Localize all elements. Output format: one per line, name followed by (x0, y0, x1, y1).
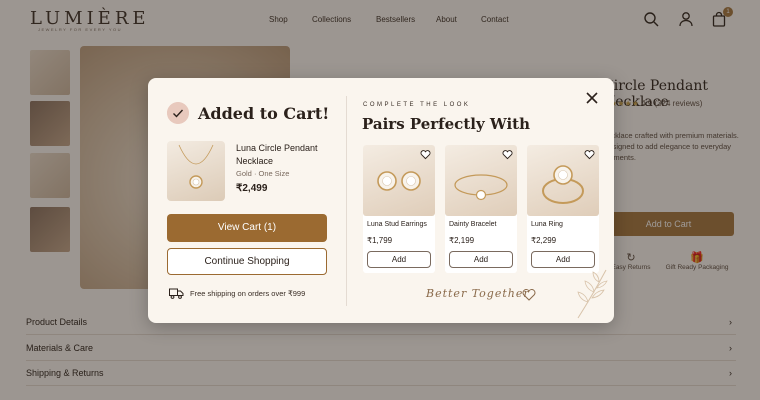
section-eyebrow: COMPLETE THE LOOK (363, 102, 471, 108)
cart-item-variant: Gold · One Size (236, 169, 289, 178)
heart-icon[interactable] (584, 149, 595, 160)
close-icon[interactable] (585, 91, 599, 105)
continue-shopping-button[interactable]: Continue Shopping (167, 248, 327, 275)
product-name: Dainty Bracelet (449, 221, 497, 228)
product-price: ₹1,799 (367, 236, 393, 245)
heart-outline-icon (522, 289, 536, 301)
modal-title: Added to Cart! (198, 104, 330, 123)
add-ring-button[interactable]: Add (531, 251, 595, 268)
add-bracelet-button[interactable]: Add (449, 251, 513, 268)
leaf-decoration-icon (577, 269, 608, 319)
added-to-cart-modal: Added to Cart! Luna Circle Pendant Neckl… (148, 78, 614, 323)
product-name: Luna Stud Earrings (367, 221, 427, 228)
variant-label: Gold (236, 169, 252, 178)
product-price: ₹2,299 (531, 236, 557, 245)
view-cart-button[interactable]: View Cart (1) (167, 214, 327, 242)
cart-item-image (167, 141, 225, 201)
size-label: One Size (258, 169, 290, 178)
heart-icon[interactable] (420, 149, 431, 160)
pendant-necklace-image (178, 144, 214, 189)
cart-item-name: Luna Circle Pendant Necklace (236, 143, 318, 166)
add-earrings-button[interactable]: Add (367, 251, 431, 268)
recommendation-card[interactable]: Dainty Bracelet ₹2,199 Add (445, 145, 517, 273)
shipping-note: Free shipping on orders over ₹999 (190, 289, 306, 298)
recommendation-card[interactable]: Luna Ring ₹2,299 Add (527, 145, 599, 273)
check-icon (167, 102, 189, 124)
truck-icon (169, 288, 184, 299)
recommendations-heading: Pairs Perfectly With (362, 115, 530, 133)
heart-icon[interactable] (502, 149, 513, 160)
product-price: ₹2,199 (449, 236, 475, 245)
footer-script-text: Better Together (426, 287, 530, 300)
modal-divider (346, 96, 347, 306)
product-name: Luna Ring (531, 221, 563, 228)
cart-item-price: ₹2,499 (236, 183, 268, 194)
recommendation-card[interactable]: Luna Stud Earrings ₹1,799 Add (363, 145, 435, 273)
